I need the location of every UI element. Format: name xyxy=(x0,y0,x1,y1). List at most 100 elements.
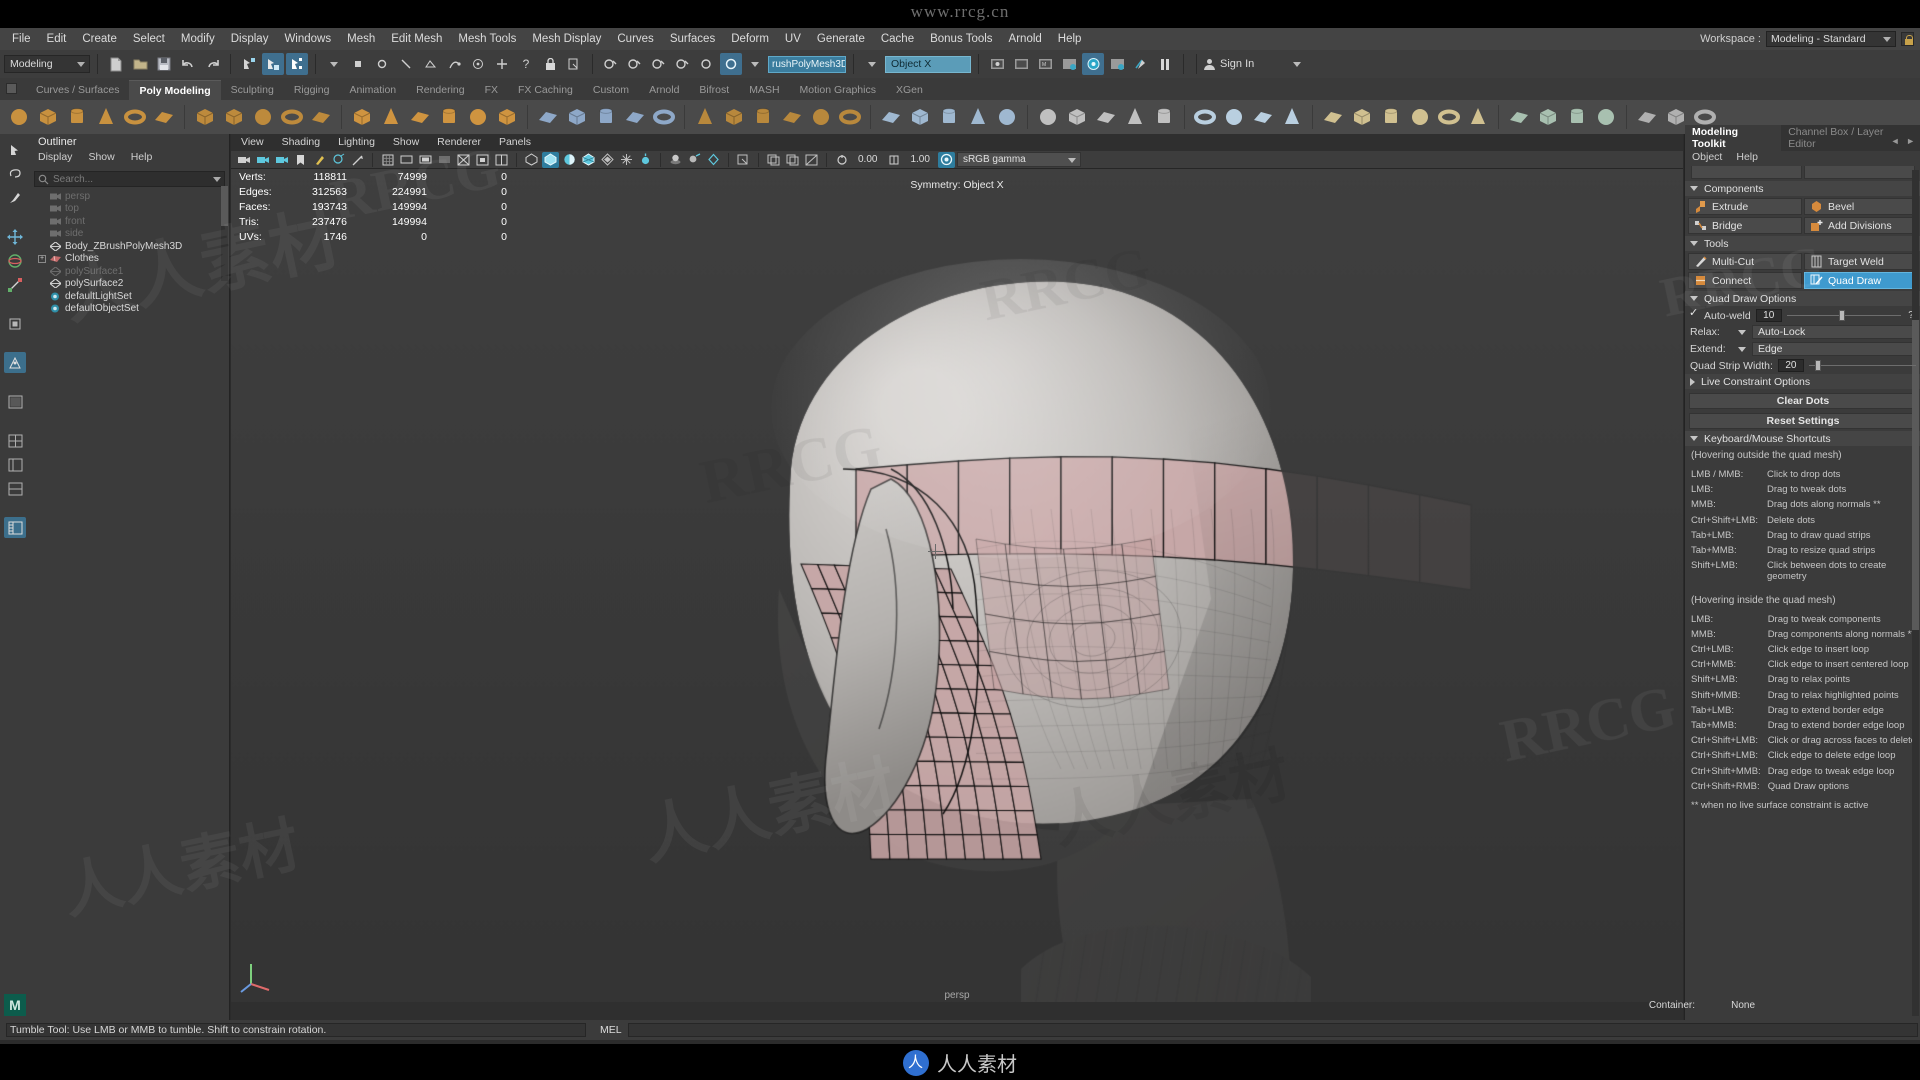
lock-selection-icon[interactable] xyxy=(539,53,561,75)
tools-section-header[interactable]: Tools xyxy=(1685,236,1920,251)
new-scene-button[interactable] xyxy=(105,53,127,75)
smooth-icon[interactable] xyxy=(279,104,305,130)
vertex-normal-icon[interactable] xyxy=(1593,104,1619,130)
outliner-search-input[interactable]: Search... xyxy=(34,171,225,187)
normals-icon[interactable] xyxy=(1279,104,1305,130)
mirror-icon[interactable] xyxy=(535,104,561,130)
shadows-icon[interactable] xyxy=(667,152,684,168)
shortcuts-section-header[interactable]: Keyboard/Mouse Shortcuts xyxy=(1685,431,1920,446)
cylinder-icon[interactable] xyxy=(64,104,90,130)
snap-grid-icon[interactable] xyxy=(600,53,622,75)
main-menu-bar[interactable]: File Edit Create Select Modify Display Windows… xyxy=(0,28,1920,50)
rotate-tool-icon[interactable] xyxy=(4,250,26,271)
relax-dropdown[interactable]: Auto-Lock xyxy=(1752,325,1916,339)
layout-persp-outliner-icon[interactable] xyxy=(4,454,26,475)
mask-deformers-icon[interactable] xyxy=(443,53,465,75)
snap-plane-icon[interactable] xyxy=(672,53,694,75)
move-tool-icon[interactable] xyxy=(4,226,26,247)
autoweld-slider[interactable] xyxy=(1786,309,1901,322)
shelf-tab-bifrost[interactable]: Bifrost xyxy=(689,80,739,100)
outliner-item-clothes[interactable]: + Clothes xyxy=(30,253,229,266)
sculpt-shelf-icon[interactable] xyxy=(1192,104,1218,130)
add-divisions-button[interactable]: Add Divisions xyxy=(1804,217,1918,234)
outliner-item-defaultobjectset[interactable]: defaultObjectSet xyxy=(30,303,229,316)
live-object-field[interactable]: rushPolyMesh3D xyxy=(768,55,846,73)
menu-arnold[interactable]: Arnold xyxy=(1001,31,1050,47)
offset-loop-icon[interactable] xyxy=(907,104,933,130)
chevron-down-icon[interactable] xyxy=(213,177,221,182)
toggle-render-icon[interactable] xyxy=(1130,53,1152,75)
viewport-menu-bar[interactable]: View Shading Lighting Show Renderer Panels xyxy=(231,134,1683,151)
live-constraint-options-header[interactable]: Live Constraint Options xyxy=(1685,374,1920,389)
extrude-shelf-icon[interactable] xyxy=(349,104,375,130)
menu-deform[interactable]: Deform xyxy=(723,31,777,47)
reset-settings-button[interactable]: Reset Settings xyxy=(1689,413,1917,429)
symmetry-dropdown[interactable] xyxy=(861,53,883,75)
spin-edge-icon[interactable] xyxy=(837,104,863,130)
menu-edit-mesh[interactable]: Edit Mesh xyxy=(383,31,450,47)
menu-mesh[interactable]: Mesh xyxy=(339,31,383,47)
outliner-menu-display[interactable]: Display xyxy=(38,151,72,168)
triangle-down-icon[interactable] xyxy=(1738,346,1746,352)
gamma-reset-icon[interactable] xyxy=(885,152,902,168)
resolution-gate-icon[interactable] xyxy=(417,152,434,168)
viewport-renderer2-icon[interactable] xyxy=(784,152,801,168)
flip-icon[interactable] xyxy=(622,104,648,130)
image-plane-icon[interactable] xyxy=(292,152,309,168)
ambient-occlusion-icon[interactable] xyxy=(686,152,703,168)
menu-mesh-display[interactable]: Mesh Display xyxy=(524,31,609,47)
viewport-toolbar[interactable]: 0.00 1.00 sRGB gamma xyxy=(231,151,1683,169)
quad-strip-width-field[interactable]: 20 xyxy=(1777,359,1804,372)
menu-curves[interactable]: Curves xyxy=(609,31,661,47)
shelf-tab-xgen[interactable]: XGen xyxy=(886,80,933,100)
poke-icon[interactable] xyxy=(692,104,718,130)
outliner-tree[interactable]: persp top front side Body_ZBrushPolyMesh3D + C… xyxy=(30,190,229,315)
highlight-selection-icon[interactable] xyxy=(563,53,585,75)
uv-unfold-icon[interactable] xyxy=(1465,104,1491,130)
menu-mesh-tools[interactable]: Mesh Tools xyxy=(450,31,524,47)
uv-planar-icon[interactable] xyxy=(1378,104,1404,130)
mel-input[interactable] xyxy=(627,1023,1918,1037)
snap-curve-icon[interactable] xyxy=(624,53,646,75)
exposure-icon[interactable] xyxy=(455,152,472,168)
selection-mask-dropdown[interactable] xyxy=(323,53,345,75)
outliner-item-top[interactable]: top xyxy=(30,203,229,216)
viewport-renderer-icon[interactable] xyxy=(765,152,782,168)
menu-generate[interactable]: Generate xyxy=(809,31,873,47)
snap-dropdown[interactable] xyxy=(744,53,766,75)
symmetrize-icon[interactable] xyxy=(651,104,677,130)
shelf-tab-mash[interactable]: MASH xyxy=(739,80,789,100)
shelf-tab-bar[interactable]: Curves / Surfaces Poly Modeling Sculpting R… xyxy=(0,78,1920,100)
torus-icon[interactable] xyxy=(122,104,148,130)
menu-windows[interactable]: Windows xyxy=(276,31,339,47)
autoweld-value-field[interactable]: 10 xyxy=(1755,309,1782,322)
fill-hole-icon[interactable] xyxy=(465,104,491,130)
booleans-icon[interactable] xyxy=(250,104,276,130)
sign-in-button[interactable]: Sign In xyxy=(1204,58,1302,70)
outliner-menu-show[interactable]: Show xyxy=(88,151,114,168)
save-scene-button[interactable] xyxy=(153,53,175,75)
shelf-tab-animation[interactable]: Animation xyxy=(339,80,406,100)
menu-surfaces[interactable]: Surfaces xyxy=(662,31,723,47)
menu-edit[interactable]: Edit xyxy=(39,31,75,47)
menu-help[interactable]: Help xyxy=(1050,31,1090,47)
separate-icon[interactable] xyxy=(221,104,247,130)
mask-curves-icon[interactable] xyxy=(395,53,417,75)
duplicate-face-icon[interactable] xyxy=(564,104,590,130)
plane-icon[interactable] xyxy=(151,104,177,130)
menu-cache[interactable]: Cache xyxy=(873,31,922,47)
use-default-lighting-icon[interactable] xyxy=(618,152,635,168)
outliner-scrollbar[interactable] xyxy=(221,186,228,281)
quad-draw-button[interactable]: Quad Draw xyxy=(1804,272,1918,289)
crease-icon[interactable] xyxy=(808,104,834,130)
mtk-menu-help[interactable]: Help xyxy=(1736,151,1758,166)
extend-dropdown[interactable]: Edge xyxy=(1752,342,1916,356)
select-by-component-button[interactable] xyxy=(286,53,308,75)
viewport-menu-shading[interactable]: Shading xyxy=(282,136,321,151)
clean-up-icon[interactable] xyxy=(1093,104,1119,130)
outliner-item-polysurface1[interactable]: polySurface1 xyxy=(30,265,229,278)
target-weld-shelf-icon[interactable] xyxy=(994,104,1020,130)
modeling-toolkit-menu-bar[interactable]: Object Help xyxy=(1685,151,1920,166)
viewport-menu-view[interactable]: View xyxy=(241,136,264,151)
shelf-tab-motion-graphics[interactable]: Motion Graphics xyxy=(790,80,886,100)
